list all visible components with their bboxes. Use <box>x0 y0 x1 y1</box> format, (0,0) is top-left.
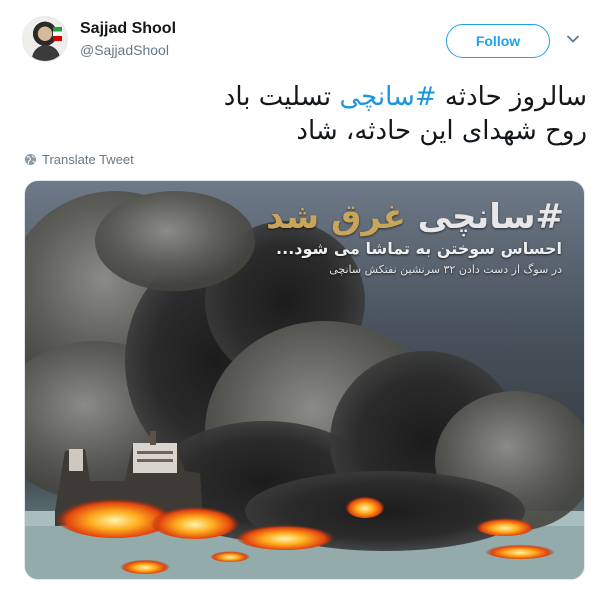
tweet-card: Sajjad Shool @SajjadShool Follow سالروز … <box>0 0 607 590</box>
tweet-text-part: تسلیت باد <box>223 82 340 112</box>
hashtag-link[interactable]: #سانچی <box>339 82 436 112</box>
avatar[interactable] <box>22 16 68 62</box>
tweet-text: سالروز حادثه #سانچی تسلیت باد روح شهدای … <box>27 80 587 148</box>
follow-button[interactable]: Follow <box>446 24 550 58</box>
tweet-line-1: سالروز حادثه #سانچی تسلیت باد <box>27 80 587 114</box>
tweet-line-2: روح شهدای این حادثه، شاد <box>296 116 587 146</box>
translate-label: Translate Tweet <box>42 152 134 167</box>
media-headline-hashtag: #سانچی <box>417 197 564 237</box>
media-subtitle: احساس سوختن به تماشا می شود... <box>276 239 562 258</box>
display-name[interactable]: Sajjad Shool <box>80 20 176 38</box>
media-headline-rest: غرق شد <box>266 197 418 237</box>
chevron-down-icon[interactable] <box>566 32 580 46</box>
tweet-text-part: سالروز حادثه <box>436 82 587 112</box>
globe-icon <box>25 154 36 165</box>
tweet-media-image[interactable]: #سانچی غرق شد احساس سوختن به تماشا می شو… <box>24 180 585 580</box>
media-headline: #سانچی غرق شد <box>266 197 564 237</box>
user-handle[interactable]: @SajjadShool <box>80 42 169 58</box>
media-caption: در سوگ از دست دادن ۳۲ سرنشین نفتکش سانچی <box>329 263 562 276</box>
translate-tweet-link[interactable]: Translate Tweet <box>24 152 134 167</box>
